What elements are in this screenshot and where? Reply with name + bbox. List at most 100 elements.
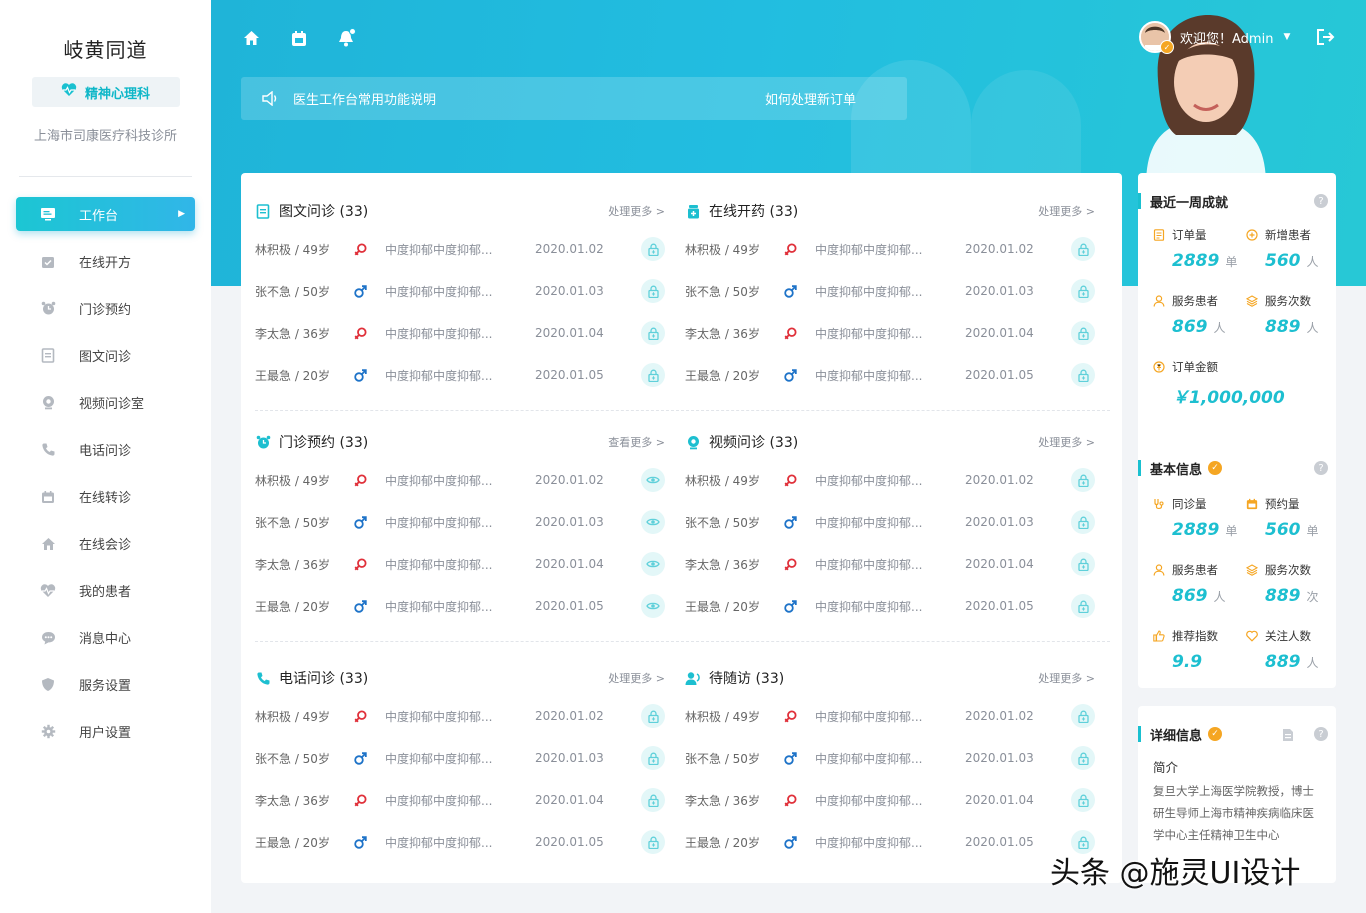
home-icon[interactable] (241, 28, 261, 48)
title-accent-bar (1138, 460, 1141, 476)
logout-icon[interactable] (1316, 28, 1336, 48)
notice-link[interactable]: 如何处理新订单 (765, 89, 856, 108)
table-row[interactable]: 林积极 / 49岁 中度抑郁中度抑郁... 2020.01.02 (255, 459, 665, 501)
detail-header: 详细信息 ✓ ? (1138, 724, 1336, 744)
lock-icon[interactable] (641, 704, 665, 728)
dashboard-icon (40, 206, 56, 222)
sidebar-item[interactable]: 消息中心 (0, 614, 211, 661)
lock-icon[interactable] (1071, 704, 1095, 728)
lock-icon[interactable] (641, 830, 665, 854)
table-row[interactable]: 李太急 / 36岁 中度抑郁中度抑郁... 2020.01.04 (685, 312, 1095, 354)
table-row[interactable]: 林积极 / 49岁 中度抑郁中度抑郁... 2020.01.02 (255, 228, 665, 270)
more-link[interactable]: 处理更多 > (608, 670, 665, 686)
user-menu[interactable]: ✓ 欢迎您！Admin ▼ (1139, 21, 1290, 54)
document-icon[interactable] (1282, 727, 1294, 741)
sidebar-item[interactable]: 我的患者 (0, 567, 211, 614)
more-link[interactable]: 处理更多 > (1038, 203, 1095, 219)
table-row[interactable]: 张不急 / 50岁 中度抑郁中度抑郁... 2020.01.03 (685, 737, 1095, 779)
lock-icon[interactable] (641, 321, 665, 345)
date-text: 2020.01.04 (965, 326, 1034, 340)
phone-icon (40, 442, 56, 458)
coin-icon (1153, 361, 1165, 373)
section-title: 在线开药 (33) (709, 204, 799, 220)
male-icon (354, 284, 385, 298)
top-toolbar (241, 28, 357, 48)
table-row[interactable]: 张不急 / 50岁 中度抑郁中度抑郁... 2020.01.03 (255, 737, 665, 779)
bell-icon[interactable] (337, 28, 357, 48)
lock-icon[interactable] (1071, 468, 1095, 492)
lock-icon[interactable] (1071, 594, 1095, 618)
follow-up-icon (685, 670, 701, 686)
more-link[interactable]: 处理更多 > (1038, 434, 1095, 450)
date-text: 2020.01.05 (965, 368, 1034, 382)
more-link[interactable]: 处理更多 > (608, 203, 665, 219)
table-row[interactable]: 王最急 / 20岁 中度抑郁中度抑郁... 2020.01.05 (685, 585, 1095, 627)
help-icon[interactable]: ? (1314, 461, 1328, 475)
eye-icon[interactable] (641, 468, 665, 492)
table-row[interactable]: 张不急 / 50岁 中度抑郁中度抑郁... 2020.01.03 (685, 501, 1095, 543)
table-row[interactable]: 李太急 / 36岁 中度抑郁中度抑郁... 2020.01.04 (255, 779, 665, 821)
sidebar-item[interactable]: 门诊预约 (0, 285, 211, 332)
lock-icon[interactable] (641, 746, 665, 770)
table-row[interactable]: 林积极 / 49岁 中度抑郁中度抑郁... 2020.01.02 (255, 695, 665, 737)
table-row[interactable]: 王最急 / 20岁 中度抑郁中度抑郁... 2020.01.05 (255, 354, 665, 396)
table-row[interactable]: 林积极 / 49岁 中度抑郁中度抑郁... 2020.01.02 (685, 228, 1095, 270)
patient-name: 林积极 / 49岁 (255, 473, 330, 488)
patient-name: 王最急 / 20岁 (685, 599, 760, 614)
diagnosis-text: 中度抑郁中度抑郁... (815, 599, 923, 614)
sidebar-item[interactable]: 服务设置 (0, 661, 211, 708)
lock-icon[interactable] (1071, 237, 1095, 261)
more-link[interactable]: 处理更多 > (1038, 670, 1095, 686)
lock-icon[interactable] (1071, 510, 1095, 534)
table-row[interactable]: 李太急 / 36岁 中度抑郁中度抑郁... 2020.01.04 (255, 543, 665, 585)
notice-text[interactable]: 医生工作台常用功能说明 (293, 89, 436, 108)
calendar-icon[interactable] (289, 28, 309, 48)
sidebar-item[interactable]: 在线开方 (0, 238, 211, 285)
table-row[interactable]: 张不急 / 50岁 中度抑郁中度抑郁... 2020.01.03 (685, 270, 1095, 312)
table-row[interactable]: 王最急 / 20岁 中度抑郁中度抑郁... 2020.01.05 (685, 354, 1095, 396)
stat-item: 推荐指数 9.9 (1153, 628, 1243, 672)
lock-icon[interactable] (641, 788, 665, 812)
lock-icon[interactable] (641, 363, 665, 387)
sidebar-item[interactable]: 在线转诊 (0, 473, 211, 520)
diagnosis-text: 中度抑郁中度抑郁... (385, 599, 493, 614)
lock-icon[interactable] (641, 279, 665, 303)
table-row[interactable]: 王最急 / 20岁 中度抑郁中度抑郁... 2020.01.05 (255, 585, 665, 627)
eye-icon[interactable] (641, 510, 665, 534)
lock-icon[interactable] (1071, 321, 1095, 345)
table-row[interactable]: 王最急 / 20岁 中度抑郁中度抑郁... 2020.01.05 (685, 821, 1095, 863)
eye-icon[interactable] (641, 552, 665, 576)
male-icon (354, 751, 385, 765)
help-icon[interactable]: ? (1314, 194, 1328, 208)
table-row[interactable]: 王最急 / 20岁 中度抑郁中度抑郁... 2020.01.05 (255, 821, 665, 863)
user-greeting[interactable]: 欢迎您！Admin (1180, 28, 1273, 47)
help-icon[interactable]: ? (1314, 727, 1328, 741)
table-row[interactable]: 林积极 / 49岁 中度抑郁中度抑郁... 2020.01.02 (685, 695, 1095, 737)
lock-icon[interactable] (1071, 788, 1095, 812)
sidebar-item[interactable]: 图文问诊 (0, 332, 211, 379)
sidebar-item[interactable]: 工作台 ▶ (16, 197, 195, 231)
avatar[interactable]: ✓ (1139, 21, 1174, 54)
eye-icon[interactable] (641, 594, 665, 618)
table-row[interactable]: 李太急 / 36岁 中度抑郁中度抑郁... 2020.01.04 (685, 779, 1095, 821)
lock-icon[interactable] (641, 237, 665, 261)
lock-icon[interactable] (1071, 363, 1095, 387)
department-badge[interactable]: 精神心理科 (31, 77, 180, 107)
table-row[interactable]: 李太急 / 36岁 中度抑郁中度抑郁... 2020.01.04 (685, 543, 1095, 585)
sidebar-item[interactable]: 电话问诊 (0, 426, 211, 473)
table-row[interactable]: 林积极 / 49岁 中度抑郁中度抑郁... 2020.01.02 (685, 459, 1095, 501)
stat-value: 889 (1265, 586, 1301, 606)
patient-name: 李太急 / 36岁 (685, 326, 760, 341)
lock-icon[interactable] (1071, 279, 1095, 303)
sidebar-item[interactable]: 用户设置 (0, 708, 211, 755)
more-link[interactable]: 查看更多 > (608, 434, 665, 450)
table-row[interactable]: 张不急 / 50岁 中度抑郁中度抑郁... 2020.01.03 (255, 501, 665, 543)
lock-icon[interactable] (1071, 552, 1095, 576)
table-row[interactable]: 李太急 / 36岁 中度抑郁中度抑郁... 2020.01.04 (255, 312, 665, 354)
chevron-down-icon[interactable]: ▼ (1283, 32, 1290, 42)
lock-icon[interactable] (1071, 746, 1095, 770)
sidebar-item[interactable]: 视频问诊室 (0, 379, 211, 426)
sidebar-item[interactable]: 在线会诊 (0, 520, 211, 567)
section-header: 视频问诊 (33) 处理更多 > (685, 425, 1095, 459)
table-row[interactable]: 张不急 / 50岁 中度抑郁中度抑郁... 2020.01.03 (255, 270, 665, 312)
